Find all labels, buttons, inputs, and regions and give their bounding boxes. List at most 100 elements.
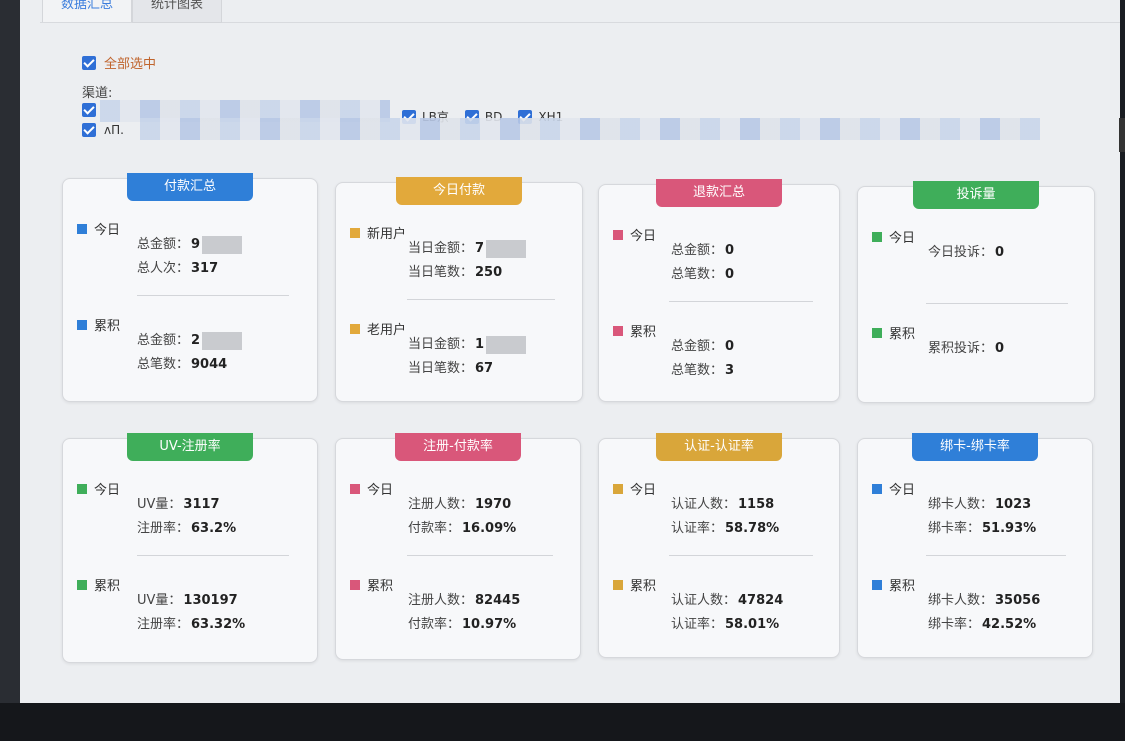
card-section-label: 累积 — [613, 575, 656, 594]
card-divider — [137, 295, 289, 296]
card-section-label: 今日 — [613, 479, 656, 498]
redacted-value — [486, 335, 527, 354]
card-metric: 总金额： 0 — [671, 339, 735, 354]
card-divider — [137, 555, 289, 556]
legend-square-icon — [613, 483, 623, 494]
legend-square-icon — [613, 579, 623, 590]
legend-square-icon — [872, 231, 882, 242]
tab-summary[interactable]: 数据汇总 — [42, 0, 133, 22]
channel-checkbox[interactable] — [82, 103, 96, 117]
card-title: 绑卡-绑卡率 — [912, 433, 1038, 461]
card-section-label: 新用户 — [350, 223, 406, 242]
scrollbar[interactable] — [1119, 118, 1125, 152]
card-section-label: 今日 — [77, 479, 120, 498]
redacted-value — [202, 331, 243, 350]
card-title: 今日付款 — [396, 177, 522, 205]
legend-square-icon — [613, 229, 623, 240]
legend-square-icon — [77, 319, 87, 330]
card-metric: 总金额： 2 — [137, 329, 243, 350]
card-metric: 累积投诉： 0 — [928, 341, 1005, 356]
stat-card: 付款汇总 今日 总金额： 9 总人次： 317 累积 总金额： 2 总笔数： 9044 — [62, 173, 318, 402]
tab-charts[interactable]: 统计图表 — [132, 0, 223, 23]
card-metric: 注册率： 63.32% — [137, 617, 246, 632]
card-divider — [407, 299, 555, 300]
card-title: 注册-付款率 — [395, 433, 521, 461]
card-section-label: 累积 — [350, 575, 393, 594]
channel-checkbox[interactable] — [82, 123, 96, 137]
card-title: UV-注册率 — [127, 433, 253, 461]
card-title: 认证-认证率 — [656, 433, 782, 461]
card-metric: 绑卡率： 42.52% — [928, 617, 1037, 632]
card-metric: 总人次： 317 — [137, 261, 219, 276]
card-metric: 绑卡率： 51.93% — [928, 521, 1037, 536]
card-section-label: 累积 — [872, 323, 915, 342]
legend-square-icon — [350, 323, 360, 334]
stat-card: 投诉量今日 今日投诉： 0 累积 累积投诉： 0 — [857, 181, 1095, 403]
card-divider — [926, 303, 1068, 304]
card-divider — [669, 301, 813, 302]
bezel-bottom — [0, 703, 1125, 741]
select-all-checkbox[interactable] — [82, 55, 96, 70]
card-section-label: 累积 — [872, 575, 915, 594]
select-all[interactable]: 全部选中 — [82, 53, 156, 72]
legend-square-icon — [77, 579, 87, 590]
card-divider — [407, 555, 553, 556]
channels-label: 渠道: — [82, 86, 113, 101]
tab-bar: 数据汇总 统计图表 — [42, 0, 223, 23]
legend-square-icon — [350, 227, 360, 238]
card-metric: 当日金额： 7 — [408, 237, 527, 258]
card-metric: 付款率： 10.97% — [408, 617, 517, 632]
card-metric: 绑卡人数： 35056 — [928, 593, 1041, 608]
card-title: 付款汇总 — [127, 173, 253, 201]
stat-card: 注册-付款率 今日 注册人数： 1970 付款率： 16.09% 累积 注册人数： 82445 付… — [335, 433, 581, 660]
card-title: 投诉量 — [913, 181, 1039, 209]
legend-square-icon — [872, 483, 882, 494]
stat-card: 绑卡-绑卡率今日 绑卡人数： 1023 绑卡率： 51.93% 累积 绑卡人数： 35056 绑… — [857, 433, 1093, 658]
stat-card: 退款汇总 今日 总金额： 0 总笔数： 0 累积 总金额： 0 总笔数： 3 — [598, 179, 840, 402]
channel-label: ᴧΠ. — [104, 123, 124, 137]
card-metric: 当日笔数： 67 — [408, 361, 494, 376]
card-metric: 认证人数： 47824 — [671, 593, 784, 608]
card-divider — [926, 555, 1066, 556]
card-metric: 绑卡人数： 1023 — [928, 497, 1032, 512]
legend-square-icon — [77, 223, 87, 234]
card-divider — [669, 555, 813, 556]
card-section-label: 累积 — [77, 315, 120, 334]
card-title: 退款汇总 — [656, 179, 782, 207]
card-metric: 总金额： 9 — [137, 233, 243, 254]
card-metric: 总笔数： 9044 — [137, 357, 228, 372]
channel-row-1 — [82, 103, 96, 117]
card-metric: 认证率： 58.78% — [671, 521, 780, 536]
legend-square-icon — [613, 325, 623, 336]
card-metric: 总笔数： 0 — [671, 267, 735, 282]
card-metric: 认证人数： 1158 — [671, 497, 775, 512]
card-metric: 注册人数： 82445 — [408, 593, 521, 608]
stat-card: UV-注册率 今日 UV量： 3117 注册率： 63.2% 累积 UV量： 130197 注册率… — [62, 433, 318, 663]
card-metric: 当日笔数： 250 — [408, 265, 503, 280]
card-metric: 注册率： 63.2% — [137, 521, 237, 536]
legend-square-icon — [872, 327, 882, 338]
redacted-value — [486, 239, 527, 258]
bezel-left — [0, 0, 20, 741]
card-metric: UV量： 3117 — [137, 497, 220, 512]
channel-row-2: ᴧΠ. — [82, 123, 124, 137]
card-section-label: 累积 — [613, 321, 656, 340]
card-section-label: 今日 — [77, 219, 120, 238]
legend-square-icon — [872, 579, 882, 590]
card-section-label: 今日 — [872, 479, 915, 498]
card-section-label: 老用户 — [350, 319, 406, 338]
card-metric: 付款率： 16.09% — [408, 521, 517, 536]
legend-square-icon — [350, 483, 360, 494]
card-section-label: 今日 — [613, 225, 656, 244]
card-section-label: 累积 — [77, 575, 120, 594]
card-metric: 今日投诉： 0 — [928, 245, 1005, 260]
card-metric: 总笔数： 3 — [671, 363, 735, 378]
legend-square-icon — [77, 483, 87, 494]
legend-square-icon — [350, 579, 360, 590]
card-section-label: 今日 — [872, 227, 915, 246]
stat-card: 今日付款新用户 当日金额： 7 当日笔数： 250 老用户 当日金额： 1 当日笔数： 67 — [335, 177, 583, 402]
card-metric: UV量： 130197 — [137, 593, 238, 608]
blurred-channels — [140, 118, 1040, 140]
card-metric: 当日金额： 1 — [408, 333, 527, 354]
select-all-label: 全部选中 — [104, 57, 157, 72]
